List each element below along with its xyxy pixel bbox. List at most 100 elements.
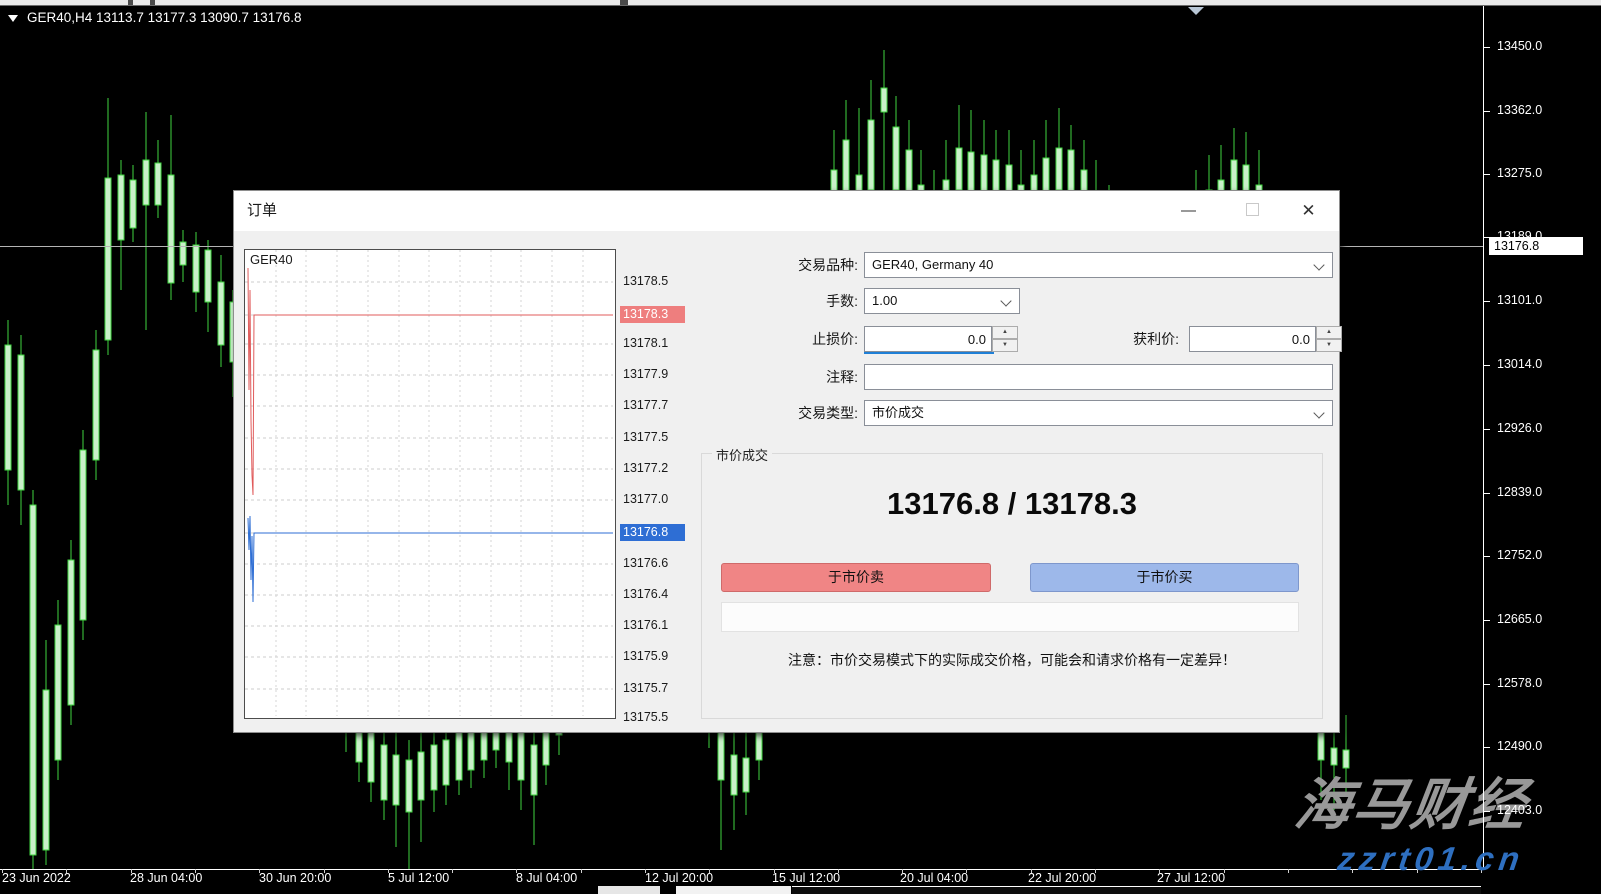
candle-body: [18, 355, 24, 490]
tick-price-label: 13176.4: [620, 586, 685, 603]
time-axis-tick: [581, 869, 582, 873]
price-axis-label: 12403.0: [1497, 803, 1542, 817]
time-axis-tick: [645, 869, 646, 873]
sell-by-market-button[interactable]: 于市价卖: [721, 563, 991, 592]
tick-chart-plot: GER40: [244, 249, 616, 719]
stoploss-input[interactable]: [864, 326, 992, 352]
comment-label: 注释:: [728, 364, 858, 390]
candle-body: [30, 505, 36, 855]
market-execution-group: 市价成交 13176.8 / 13178.3 于市价卖 于市价买 注意：市价交易…: [701, 453, 1323, 719]
ohlc-text: GER40,H4 13113.7 13177.3 13090.7 13176.8: [27, 10, 301, 25]
takeprofit-spinner[interactable]: ▲ ▼: [1316, 326, 1342, 352]
spin-up-icon[interactable]: ▲: [1316, 326, 1342, 339]
ask-line: [248, 268, 613, 495]
symbol-value: GER40, Germany 40: [872, 257, 993, 272]
maximize-button: [1230, 191, 1275, 231]
time-axis-label: 27 Jul 12:00: [1157, 871, 1225, 885]
price-axis-label: 12665.0: [1497, 612, 1542, 626]
order-type-value: 市价成交: [872, 405, 924, 420]
price-axis-tick: [1483, 47, 1490, 48]
maximize-icon: [1246, 203, 1259, 216]
time-axis-tick: [452, 869, 453, 873]
candle-body: [406, 760, 412, 812]
tab-edge: [676, 886, 791, 894]
watermark-url: zzrt01.cn: [1335, 840, 1527, 878]
stoploss-label: 止损价:: [728, 326, 858, 352]
price-axis-label: 13014.0: [1497, 357, 1542, 371]
candle-body: [531, 745, 537, 795]
minimize-button[interactable]: —: [1166, 191, 1211, 231]
price-axis-label: 12926.0: [1497, 421, 1542, 435]
candle-body: [381, 745, 387, 800]
time-axis-tick: [388, 869, 389, 873]
tick-price-label: 13177.7: [620, 397, 685, 414]
time-axis-tick: [1224, 869, 1225, 873]
candle-body: [431, 745, 437, 790]
time-axis-label: 8 Jul 04:00: [516, 871, 577, 885]
candle-body: [956, 148, 962, 190]
candle-body: [731, 755, 737, 795]
time-axis-tick: [774, 869, 775, 873]
time-axis-tick: [324, 869, 325, 873]
time-axis-label: 28 Jun 04:00: [130, 871, 202, 885]
candle-body: [743, 758, 749, 792]
price-axis-tick: [1483, 747, 1490, 748]
tick-price-label: 13177.0: [620, 491, 685, 508]
execution-note: 注意：市价交易模式下的实际成交价格，可能会和请求价格有一定差异！: [702, 650, 1322, 670]
time-axis-tick: [131, 869, 132, 873]
time-axis-tick: [902, 869, 903, 873]
takeprofit-input[interactable]: [1189, 326, 1316, 352]
time-axis-tick: [1288, 869, 1289, 873]
tick-price-label: 13175.5: [620, 709, 685, 726]
candle-body: [881, 88, 887, 112]
spin-down-icon[interactable]: ▼: [992, 339, 1018, 352]
tab-edge: [792, 886, 1481, 894]
spin-up-icon[interactable]: ▲: [992, 326, 1018, 339]
price-axis-label: 13450.0: [1497, 39, 1542, 53]
close-button[interactable]: ✕: [1286, 191, 1331, 231]
order-type-combobox[interactable]: 市价成交: [864, 400, 1333, 426]
price-axis-tick: [1483, 684, 1490, 685]
tick-price-label: 13175.9: [620, 648, 685, 665]
stoploss-spinner[interactable]: ▲ ▼: [992, 326, 1018, 352]
toolbar-separator: [620, 0, 628, 5]
tick-price-label: 13178.1: [620, 335, 685, 352]
bid-line: [248, 516, 613, 602]
candle-body: [393, 755, 399, 805]
candle-body: [80, 450, 86, 620]
price-axis-tick: [1483, 620, 1490, 621]
time-axis-label: 5 Jul 12:00: [388, 871, 449, 885]
tick-price-label: 13177.5: [620, 429, 685, 446]
volume-combobox[interactable]: 1.00: [864, 288, 1020, 314]
candle-body: [968, 152, 974, 195]
price-axis-tick: [1483, 301, 1490, 302]
price-axis-label: 12839.0: [1497, 485, 1542, 499]
chevron-down-icon[interactable]: [1000, 295, 1011, 306]
candle-body: [93, 350, 99, 460]
candle-body: [456, 730, 462, 780]
candle-body: [418, 752, 424, 800]
chart-ohlc-header: GER40,H4 13113.7 13177.3 13090.7 13176.8: [8, 10, 301, 25]
chevron-down-icon[interactable]: [1313, 259, 1324, 270]
time-axis-label: 30 Jun 20:00: [259, 871, 331, 885]
candle-body: [205, 250, 211, 302]
time-axis-tick: [516, 869, 517, 873]
price-axis-label: 12490.0: [1497, 739, 1542, 753]
symbol-combobox[interactable]: GER40, Germany 40: [864, 252, 1333, 278]
toolbar-edge-strip: [0, 0, 1601, 6]
time-axis-tick: [66, 869, 67, 873]
group-legend: 市价成交: [712, 445, 772, 464]
comment-input[interactable]: [864, 364, 1333, 390]
buy-by-market-button[interactable]: 于市价买: [1030, 563, 1299, 592]
bid-ask-price: 13176.8 / 13178.3: [702, 486, 1322, 522]
chevron-down-icon[interactable]: [1313, 407, 1324, 418]
dialog-titlebar[interactable]: 订单 — ✕: [234, 191, 1339, 231]
symbol-dropdown-arrow-icon[interactable]: [8, 15, 18, 22]
price-axis-label: 13275.0: [1497, 166, 1542, 180]
chart-shift-marker-icon[interactable]: [1188, 7, 1204, 15]
spin-down-icon[interactable]: ▼: [1316, 339, 1342, 352]
candle-body: [518, 730, 524, 780]
time-axis-label: 15 Jul 12:00: [772, 871, 840, 885]
candle-body: [143, 160, 149, 205]
tick-chart-canvas: [245, 250, 613, 716]
